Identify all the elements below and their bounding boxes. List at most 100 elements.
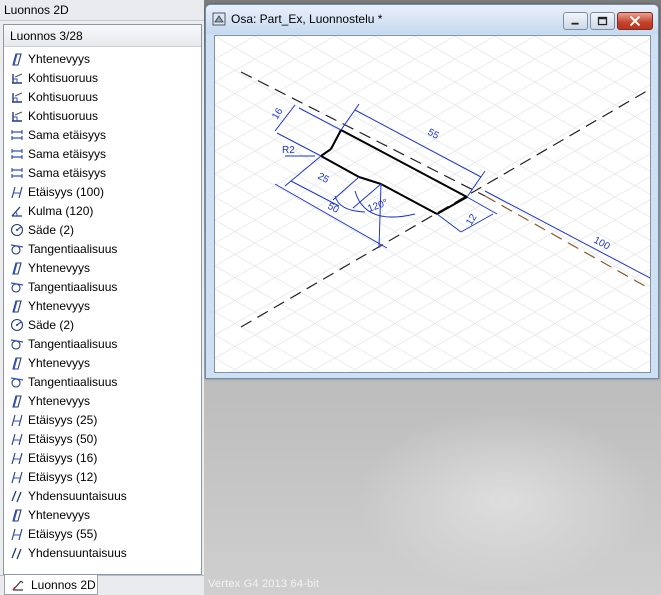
coincident-icon: [10, 508, 24, 522]
tab-sketch-2d[interactable]: Luonnos 2D: [4, 575, 98, 595]
constraint-label: Yhtenevyys: [28, 507, 91, 522]
constraint-label: Kohtisuoruus: [28, 89, 99, 104]
constraint-item[interactable]: Sama etäisyys: [4, 144, 201, 163]
minimize-icon: [571, 22, 579, 25]
iso-grid: [215, 36, 650, 372]
constraint-label: Säde (2): [28, 222, 75, 237]
constraint-item[interactable]: Etäisyys (25): [4, 410, 201, 429]
maximize-button[interactable]: [590, 12, 615, 30]
angle-icon: [10, 204, 24, 218]
constraint-item[interactable]: Tangentiaalisuus: [4, 239, 201, 258]
perpendicular-icon: [10, 109, 24, 123]
constraint-label: Yhtenevyys: [28, 355, 91, 370]
constraint-item[interactable]: Tangentiaalisuus: [4, 372, 201, 391]
equal-distance-icon: [10, 147, 24, 161]
coincident-icon: [10, 356, 24, 370]
workspace-area: Osa: Part_Ex, Luonnostelu * 16 55 R2 25 …: [204, 0, 661, 595]
distance-icon: [10, 451, 24, 465]
perpendicular-icon: [10, 90, 24, 104]
constraint-item[interactable]: Kohtisuoruus: [4, 68, 201, 87]
perpendicular-icon: [10, 71, 24, 85]
tab-label: Luonnos 2D: [31, 577, 96, 592]
sketch-2d-icon: [11, 578, 25, 592]
distance-icon: [10, 413, 24, 427]
document-window: Osa: Part_Ex, Luonnostelu * 16 55 R2 25 …: [205, 4, 659, 379]
coincident-icon: [10, 299, 24, 313]
constraint-item[interactable]: Yhtenevyys: [4, 505, 201, 524]
parallel-icon: [10, 546, 24, 560]
document-title: Osa: Part_Ex, Luonnostelu *: [231, 12, 383, 26]
panel-tabbar: Luonnos 2D: [0, 575, 204, 595]
coincident-icon: [10, 52, 24, 66]
constraint-label: Yhdensuuntaisuus: [28, 488, 127, 503]
equal-distance-icon: [10, 128, 24, 142]
tangent-icon: [10, 375, 24, 389]
constraint-item[interactable]: Yhtenevyys: [4, 296, 201, 315]
close-button[interactable]: [617, 12, 653, 30]
minimize-button[interactable]: [563, 12, 588, 30]
constraint-item[interactable]: Etäisyys (100): [4, 182, 201, 201]
distance-icon: [10, 185, 24, 199]
constraint-item[interactable]: Säde (2): [4, 315, 201, 334]
constraint-item[interactable]: Yhtenevyys: [4, 353, 201, 372]
constraint-item[interactable]: Kulma (120): [4, 201, 201, 220]
constraint-label: Kulma (120): [28, 203, 94, 218]
constraint-item[interactable]: Kohtisuoruus: [4, 106, 201, 125]
distance-icon: [10, 527, 24, 541]
document-titlebar[interactable]: Osa: Part_Ex, Luonnostelu *: [206, 5, 658, 34]
constraint-label: Tangentiaalisuus: [28, 374, 118, 389]
constraint-item[interactable]: Yhtenevyys: [4, 49, 201, 68]
constraint-label: Tangentiaalisuus: [28, 336, 118, 351]
version-label: Vertex G4 2013 64-bit: [208, 578, 320, 590]
constraint-item[interactable]: Yhdensuuntaisuus: [4, 486, 201, 505]
close-icon: [629, 15, 641, 27]
constraint-label: Yhtenevyys: [28, 51, 91, 66]
constraint-label: Etäisyys (50): [28, 431, 98, 446]
constraint-list: Yhtenevyys Kohtisuoruus Kohtisuoruus Kohtis…: [4, 47, 201, 562]
distance-icon: [10, 432, 24, 446]
coincident-icon: [10, 394, 24, 408]
constraint-label: Sama etäisyys: [28, 165, 107, 180]
distance-icon: [10, 470, 24, 484]
constraint-label: Säde (2): [28, 317, 75, 332]
background-artwork: [354, 410, 654, 590]
tangent-icon: [10, 280, 24, 294]
panel-title: Luonnos 2D: [0, 0, 204, 21]
constraint-item[interactable]: Säde (2): [4, 220, 201, 239]
constraint-panel: Luonnos 3/28 Yhtenevyys Kohtisuoruus Kohti…: [3, 24, 202, 575]
constraint-item[interactable]: Sama etäisyys: [4, 163, 201, 182]
sketch-drawing: 16 55 R2 25 50 120° 12 100: [215, 36, 650, 372]
constraint-item[interactable]: Etäisyys (50): [4, 429, 201, 448]
constraint-item[interactable]: Yhdensuuntaisuus: [4, 543, 201, 562]
constraint-item[interactable]: Yhtenevyys: [4, 391, 201, 410]
coincident-icon: [10, 261, 24, 275]
constraint-label: Tangentiaalisuus: [28, 241, 118, 256]
constraint-label: Yhtenevyys: [28, 393, 91, 408]
constraint-item[interactable]: Yhtenevyys: [4, 258, 201, 277]
dimension-r2[interactable]: R2: [282, 145, 295, 156]
sketch-canvas[interactable]: 16 55 R2 25 50 120° 12 100: [214, 35, 651, 373]
constraint-item[interactable]: Sama etäisyys: [4, 125, 201, 144]
constraint-label: Tangentiaalisuus: [28, 279, 118, 294]
constraint-item[interactable]: Kohtisuoruus: [4, 87, 201, 106]
constraint-label: Etäisyys (25): [28, 412, 98, 427]
constraint-item[interactable]: Etäisyys (12): [4, 467, 201, 486]
radius-icon: [10, 318, 24, 332]
sketch-header[interactable]: Luonnos 3/28: [4, 25, 201, 47]
tangent-icon: [10, 337, 24, 351]
constraint-label: Yhdensuuntaisuus: [28, 545, 127, 560]
constraint-label: Sama etäisyys: [28, 127, 107, 142]
constraint-item[interactable]: Etäisyys (55): [4, 524, 201, 543]
constraint-item[interactable]: Etäisyys (16): [4, 448, 201, 467]
constraint-label: Kohtisuoruus: [28, 70, 99, 85]
constraint-item[interactable]: Tangentiaalisuus: [4, 334, 201, 353]
constraint-label: Yhtenevyys: [28, 260, 91, 275]
parallel-icon: [10, 489, 24, 503]
constraint-label: Etäisyys (55): [28, 526, 98, 541]
radius-icon: [10, 223, 24, 237]
equal-distance-icon: [10, 166, 24, 180]
constraint-label: Yhtenevyys: [28, 298, 91, 313]
constraint-item[interactable]: Tangentiaalisuus: [4, 277, 201, 296]
maximize-icon: [597, 16, 608, 26]
constraint-label: Kohtisuoruus: [28, 108, 99, 123]
